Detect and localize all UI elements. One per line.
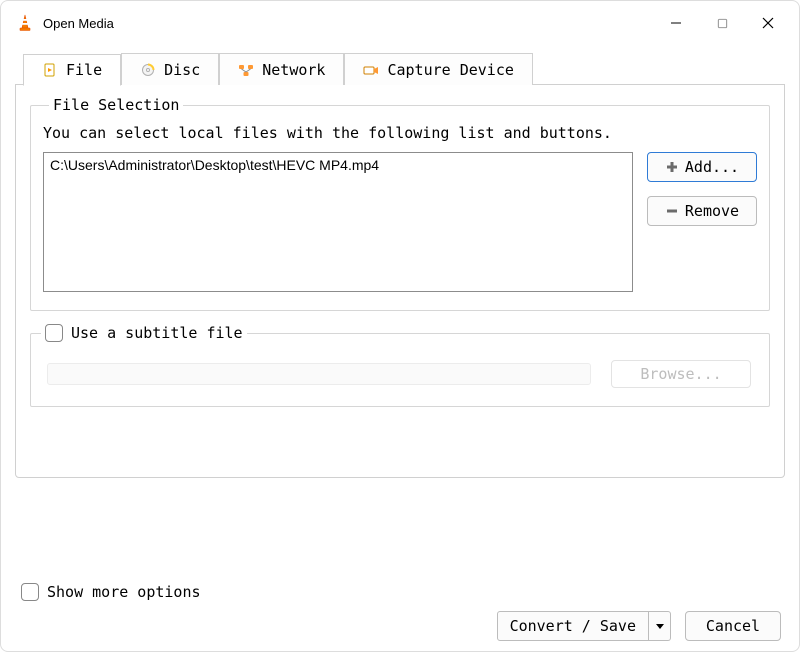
tab-network[interactable]: Network — [219, 53, 344, 85]
file-icon — [42, 62, 58, 78]
browse-button-label: Browse... — [640, 365, 721, 383]
subtitle-checkbox[interactable] — [45, 324, 63, 342]
vlc-cone-icon — [15, 13, 35, 33]
open-media-window: Open Media File — [0, 0, 800, 652]
file-selection-hint: You can select local files with the foll… — [43, 124, 757, 142]
tabs: File Disc Network Capture Device — [23, 53, 785, 85]
subtitle-checkbox-label: Use a subtitle file — [71, 324, 243, 342]
window-controls — [653, 7, 791, 39]
tab-network-label: Network — [262, 61, 325, 79]
add-button[interactable]: Add... — [647, 152, 757, 182]
tab-capture-device[interactable]: Capture Device — [344, 53, 532, 85]
convert-save-button[interactable]: Convert / Save — [497, 611, 649, 641]
subtitle-group: Use a subtitle file Browse... — [30, 333, 770, 407]
footer-buttons: Convert / Save Cancel — [15, 611, 785, 641]
maximize-button[interactable] — [699, 7, 745, 39]
subtitle-path-input — [47, 363, 591, 385]
minus-icon — [665, 204, 679, 218]
cancel-button[interactable]: Cancel — [685, 611, 781, 641]
tab-disc-label: Disc — [164, 61, 200, 79]
chevron-down-icon — [656, 618, 664, 634]
cancel-button-label: Cancel — [706, 617, 760, 635]
network-icon — [238, 62, 254, 78]
tab-file-label: File — [66, 61, 102, 79]
file-list[interactable]: C:\Users\Administrator\Desktop\test\HEVC… — [43, 152, 633, 292]
convert-save-label: Convert / Save — [510, 617, 636, 635]
remove-button-label: Remove — [685, 202, 739, 220]
tab-disc[interactable]: Disc — [121, 53, 219, 85]
remove-button[interactable]: Remove — [647, 196, 757, 226]
plus-icon — [665, 160, 679, 174]
add-button-label: Add... — [685, 158, 739, 176]
show-more-options-label: Show more options — [47, 583, 201, 601]
tab-panel: File Selection You can select local file… — [15, 84, 785, 478]
tab-file[interactable]: File — [23, 54, 121, 86]
disc-icon — [140, 62, 156, 78]
convert-save-dropdown[interactable] — [649, 611, 671, 641]
minimize-button[interactable] — [653, 7, 699, 39]
file-list-item[interactable]: C:\Users\Administrator\Desktop\test\HEVC… — [50, 157, 626, 173]
convert-save-split-button: Convert / Save — [497, 611, 671, 641]
show-more-options-checkbox[interactable] — [21, 583, 39, 601]
browse-button: Browse... — [611, 360, 751, 388]
close-button[interactable] — [745, 7, 791, 39]
file-selection-legend: File Selection — [49, 96, 183, 114]
file-selection-group: File Selection You can select local file… — [30, 105, 770, 311]
tab-capture-label: Capture Device — [387, 61, 513, 79]
window-title: Open Media — [43, 16, 114, 31]
titlebar: Open Media — [1, 1, 799, 45]
client-area: File Disc Network Capture Device — [1, 45, 799, 651]
capture-device-icon — [363, 62, 379, 78]
